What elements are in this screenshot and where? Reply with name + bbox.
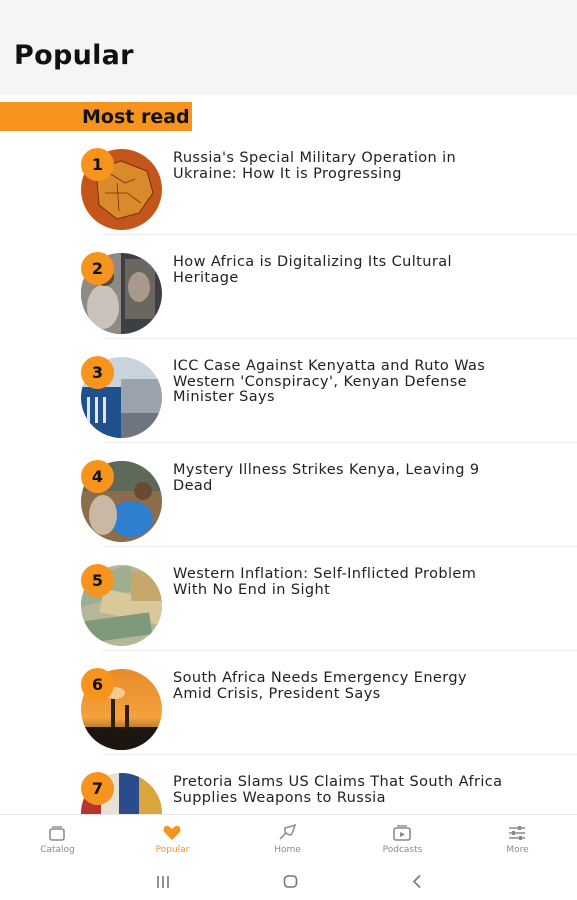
nav-label: More (506, 845, 529, 855)
article-headline[interactable]: Russia's Special Military Operation in U… (173, 150, 503, 182)
system-nav-bar (0, 864, 577, 900)
article-list: 1 Russia's Special Military Operation in… (0, 131, 577, 814)
bottom-nav: Catalog Popular Home Podcasts More (0, 814, 577, 865)
recent-apps-icon[interactable] (156, 875, 170, 889)
section-title: Most read (82, 106, 190, 128)
article-headline[interactable]: Mystery Illness Strikes Kenya, Leaving 9… (173, 462, 503, 494)
article-headline[interactable]: How Africa is Digitalizing Its Cultural … (173, 254, 503, 286)
rank-badge: 7 (81, 772, 114, 805)
podcasts-icon (393, 825, 411, 841)
back-icon[interactable] (411, 874, 423, 889)
nav-catalog[interactable]: Catalog (0, 815, 115, 865)
nav-more[interactable]: More (460, 815, 575, 865)
article-item-5[interactable]: 5 Western Inflation: Self-Inflicted Prob… (0, 547, 577, 651)
article-item-6[interactable]: 6 South Africa Needs Emergency Energy Am… (0, 651, 577, 755)
page-title: Popular (14, 40, 134, 71)
rank-badge: 3 (81, 356, 114, 389)
article-item-4[interactable]: 4 Mystery Illness Strikes Kenya, Leaving… (0, 443, 577, 547)
article-item-2[interactable]: 2 How Africa is Digitalizing Its Cultura… (0, 235, 577, 339)
article-item-3[interactable]: 3 ICC Case Against Kenyatta and Ruto Was… (0, 339, 577, 443)
nav-label: Catalog (40, 845, 75, 855)
nav-home[interactable]: Home (230, 815, 345, 865)
article-headline[interactable]: Pretoria Slams US Claims That South Afri… (173, 774, 503, 806)
rank-badge: 2 (81, 252, 114, 285)
home-button-icon[interactable] (283, 874, 298, 889)
nav-label: Popular (155, 845, 190, 855)
article-item-1[interactable]: 1 Russia's Special Military Operation in… (0, 131, 577, 235)
app-header: Popular (0, 0, 577, 95)
section-header: Most read (0, 102, 192, 131)
heart-icon (163, 825, 181, 840)
rank-badge: 4 (81, 460, 114, 493)
home-icon (279, 824, 297, 840)
catalog-icon (49, 826, 65, 841)
article-headline[interactable]: Western Inflation: Self-Inflicted Proble… (173, 566, 503, 598)
nav-popular[interactable]: Popular (115, 815, 230, 865)
nav-label: Podcasts (382, 845, 423, 855)
nav-podcasts[interactable]: Podcasts (345, 815, 460, 865)
article-headline[interactable]: ICC Case Against Kenyatta and Ruto Was W… (173, 358, 503, 406)
rank-badge: 6 (81, 668, 114, 701)
rank-badge: 5 (81, 564, 114, 597)
nav-label: Home (274, 845, 301, 855)
sliders-icon (509, 826, 525, 840)
article-item-7[interactable]: 7 Pretoria Slams US Claims That South Af… (0, 755, 577, 814)
article-headline[interactable]: South Africa Needs Emergency Energy Amid… (173, 670, 503, 702)
rank-badge: 1 (81, 148, 114, 181)
